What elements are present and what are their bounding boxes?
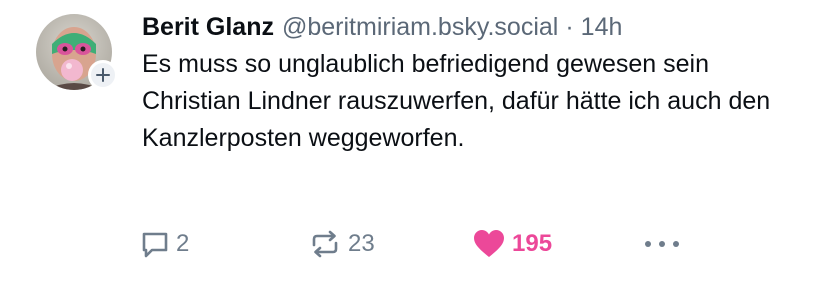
post-actions: 2 23 195 [138,226,698,262]
repost-button[interactable]: 23 [308,226,375,262]
post-timestamp[interactable]: 14h [581,8,623,46]
reply-button[interactable]: 2 [140,226,189,262]
speech-bubble-icon [142,232,168,258]
author-handle[interactable]: @beritmiriam.bsky.social [282,8,558,46]
post-content: Berit Glanz @beritmiriam.bsky.social · 1… [142,8,808,157]
avatar-container [36,14,118,90]
repost-arrows-icon [312,230,338,258]
post-text: Es muss so unglaublich befriedigend gewe… [142,50,771,152]
post: Berit Glanz @beritmiriam.bsky.social · 1… [0,0,828,282]
reply-count: 2 [176,230,190,257]
repost-count: 23 [348,230,375,257]
header-separator: · [565,13,574,41]
author-display-name[interactable]: Berit Glanz [142,8,274,46]
follow-button[interactable] [88,60,118,90]
heart-icon [474,230,504,257]
post-header: Berit Glanz @beritmiriam.bsky.social · 1… [142,8,808,46]
like-button[interactable]: 195 [472,226,552,262]
ellipsis-icon [645,241,679,247]
like-count: 195 [512,230,553,257]
more-options-button[interactable] [642,226,682,262]
plus-icon [96,68,110,82]
